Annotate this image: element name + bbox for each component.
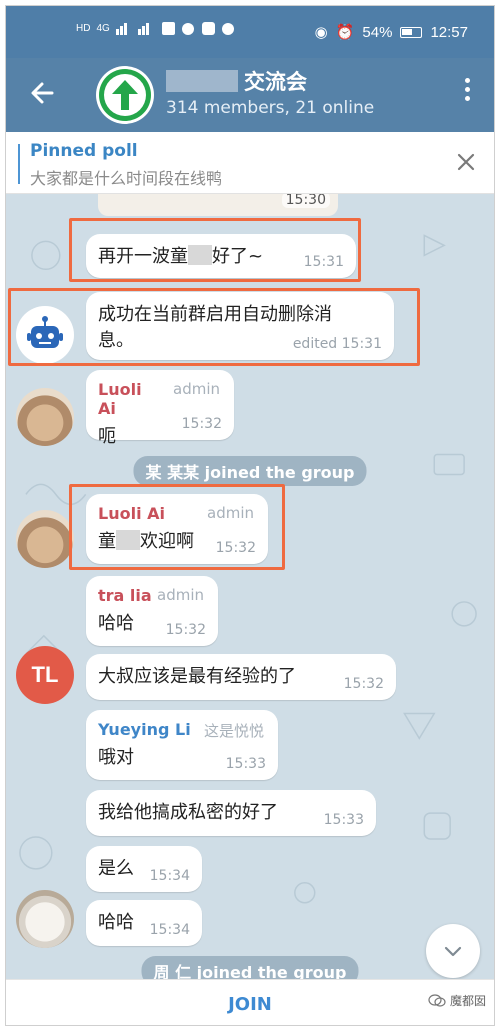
status-icons: [115, 22, 234, 35]
pinned-title: Pinned poll: [30, 141, 138, 161]
message-text: 哈哈: [98, 912, 134, 933]
message-bubble[interactable]: Luoli Ai admin 呃 15:32: [86, 370, 234, 447]
message-time: 15:33: [323, 812, 364, 828]
service-message: 某 某某 joined the group: [133, 456, 367, 486]
pinned-poll-bar[interactable]: Pinned poll 大家都是什么时间段在线鸭: [6, 132, 494, 194]
clock: 12:57: [430, 23, 468, 41]
pinned-accent: [18, 144, 20, 184]
status-left: HD 4G: [76, 21, 236, 37]
network-indicator: 4G: [96, 23, 110, 34]
message-time: 15:34: [149, 868, 190, 884]
sender-role: 这是悦悦: [203, 722, 264, 740]
message-text: 大叔应该是最有经验的了: [98, 666, 296, 687]
eye-icon: ◉: [314, 24, 328, 41]
avatar[interactable]: [16, 388, 74, 446]
service-message: 周 仁 joined the group: [141, 956, 359, 979]
watermark: 魔都囡: [428, 992, 486, 1009]
message-bubble[interactable]: tra lia admin 哈哈 15:32: [86, 576, 218, 646]
bottom-bar: JOIN 魔都囡: [6, 979, 494, 1025]
avatar[interactable]: [16, 890, 74, 948]
chat-title[interactable]: 交流会: [244, 66, 307, 96]
alarm-icon: ⏰: [335, 24, 355, 41]
message-text: 我给他搞成私密的好了: [98, 802, 278, 823]
watermark-text: 魔都囡: [449, 994, 486, 1008]
highlight-box: [69, 484, 285, 570]
message-time: 15:32: [181, 416, 222, 432]
sender-role: admin: [173, 380, 220, 398]
status-right: ◉ ⏰ 54% 12:57: [314, 23, 468, 42]
group-avatar[interactable]: [96, 66, 154, 124]
sender-role: admin: [157, 586, 204, 604]
message-bubble[interactable]: Yueying Li 这是悦悦 哦对 15:33: [86, 710, 278, 780]
scroll-down-button[interactable]: [426, 924, 480, 978]
back-arrow-icon[interactable]: [28, 78, 58, 108]
avatar[interactable]: [16, 510, 74, 568]
message-text: 是么: [98, 858, 134, 879]
status-bar: HD 4G ◉ ⏰ 54% 12:57: [6, 6, 494, 58]
title-redacted: [166, 70, 238, 92]
avatar[interactable]: TL: [16, 646, 74, 704]
message-time: 15:32: [165, 622, 206, 638]
join-button[interactable]: JOIN: [6, 994, 494, 1015]
message-list[interactable]: 15:30 再开一波童 好了~ 15:31 成功在当前群启用自动删除消 息。 ed…: [6, 194, 494, 979]
message-time: 15:32: [343, 676, 384, 692]
battery-percent: 54%: [362, 23, 393, 41]
message-bubble[interactable]: 大叔应该是最有经验的了 15:32: [86, 654, 396, 700]
highlight-box: [69, 218, 361, 282]
message-bubble[interactable]: 我给他搞成私密的好了 15:33: [86, 790, 376, 836]
chevron-down-icon: [444, 946, 462, 957]
highlight-box: [8, 288, 420, 366]
message-time: 15:33: [225, 756, 266, 772]
message-bubble[interactable]: 哈哈 15:34: [86, 900, 202, 946]
message-bubble[interactable]: 是么 15:34: [86, 846, 202, 892]
message-time: 15:34: [149, 922, 190, 938]
pinned-text: 大家都是什么时间段在线鸭: [30, 169, 223, 188]
chat-header: 交流会 314 members, 21 online: [6, 58, 494, 132]
close-icon[interactable]: [454, 150, 478, 174]
image-message-partial[interactable]: 15:30: [98, 194, 338, 216]
hd-indicator: HD: [76, 23, 91, 34]
chat-subtitle: 314 members, 21 online: [166, 98, 375, 118]
phone-screen: HD 4G ◉ ⏰ 54% 12:57 交流会 314 members, 21 …: [5, 5, 495, 1026]
message-time: 15:30: [281, 194, 330, 208]
menu-icon[interactable]: [465, 78, 470, 101]
wechat-icon: [428, 993, 446, 1007]
battery-icon: [400, 26, 423, 38]
up-arrow-icon: [112, 80, 138, 110]
